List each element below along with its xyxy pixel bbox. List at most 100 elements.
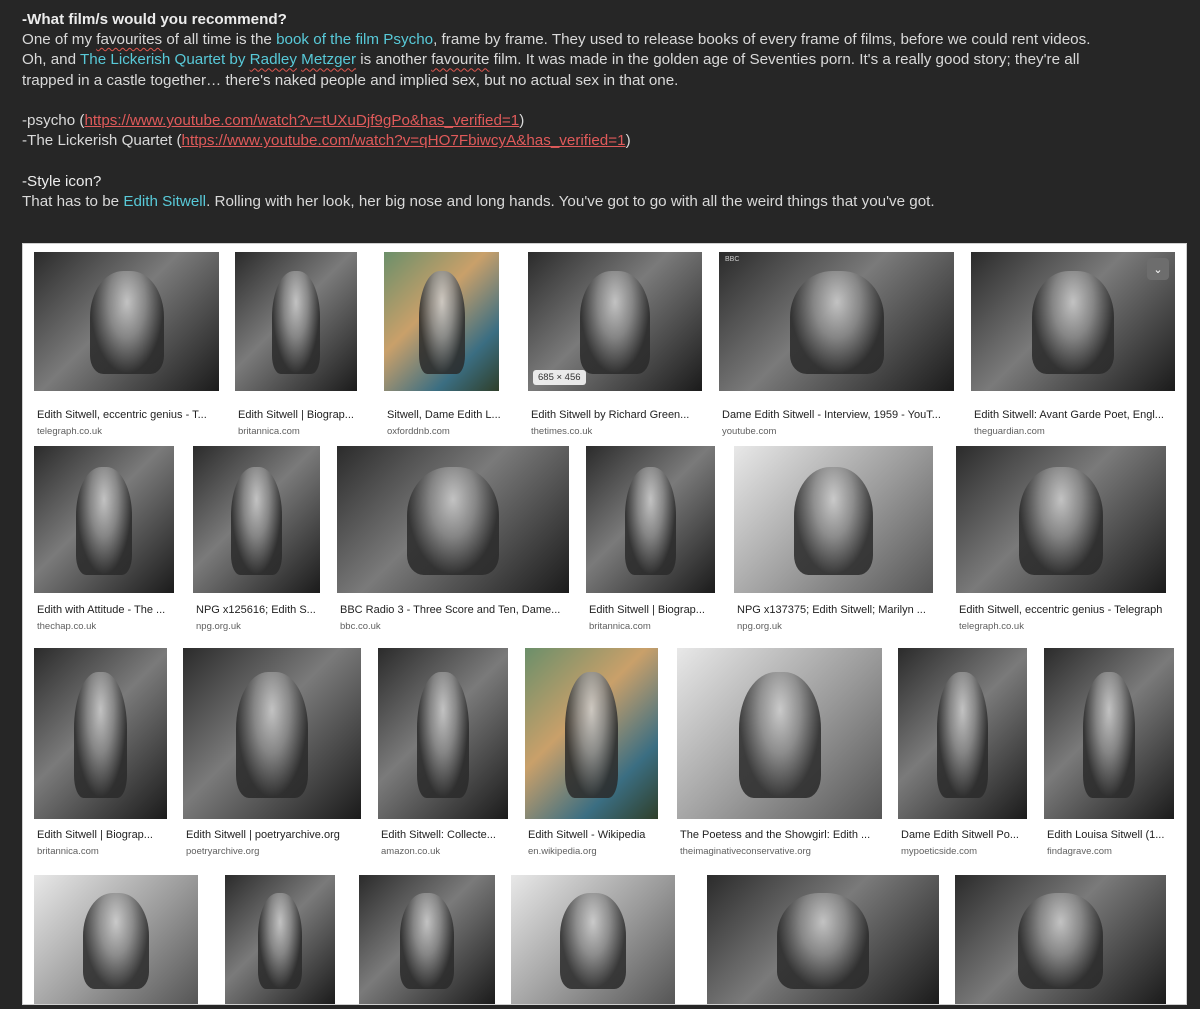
image-thumbnail[interactable]	[898, 648, 1027, 819]
image-result-card[interactable]	[707, 875, 939, 1004]
result-site: bbc.co.uk	[340, 621, 381, 632]
image-result-card[interactable]: 685 × 456 Edith Sitwell by Richard Green.…	[528, 252, 702, 437]
image-thumbnail[interactable]	[707, 875, 939, 1004]
result-title[interactable]: NPG x137375; Edith Sitwell; Marilyn ...	[737, 604, 946, 616]
image-thumbnail[interactable]	[956, 446, 1166, 593]
image-thumbnail[interactable]: 685 × 456	[528, 252, 702, 391]
image-result-card[interactable]	[359, 875, 495, 1004]
result-site: poetryarchive.org	[186, 846, 260, 857]
result-title[interactable]: BBC Radio 3 - Three Score and Ten, Dame.…	[340, 604, 582, 616]
image-thumbnail[interactable]	[955, 875, 1166, 1004]
result-site: thetimes.co.uk	[531, 426, 593, 437]
portrait-figure	[624, 466, 677, 576]
image-result-card[interactable]: BBC Dame Edith Sitwell - Interview, 1959 …	[719, 252, 954, 437]
image-thumbnail[interactable]	[337, 446, 569, 593]
image-thumbnail[interactable]	[235, 252, 357, 391]
image-thumbnail[interactable]	[34, 875, 198, 1004]
paragraph-lickerish: Oh, and The Lickerish Quartet by Radley …	[22, 51, 1080, 69]
result-title[interactable]: The Poetess and the Showgirl: Edith ...	[680, 829, 895, 841]
portrait-figure	[738, 671, 821, 799]
image-thumbnail[interactable]	[525, 648, 658, 819]
image-result-card[interactable]: BBC Radio 3 - Three Score and Ten, Dame.…	[337, 446, 569, 638]
image-result-card[interactable]: NPG x137375; Edith Sitwell; Marilyn ... n…	[734, 446, 933, 638]
result-title[interactable]: NPG x125616; Edith S...	[196, 604, 333, 616]
image-result-card[interactable]: Edith Sitwell | Biograp... britannica.com	[34, 648, 167, 864]
result-title[interactable]: Sitwell, Dame Edith L...	[387, 409, 512, 421]
image-result-card[interactable]: Edith with Attitude - The ... thechap.co.…	[34, 446, 174, 638]
image-result-card[interactable]: Edith Sitwell | poetryarchive.org poetrya…	[183, 648, 361, 864]
image-result-card[interactable]: Edith Louisa Sitwell (1... findagrave.com	[1044, 648, 1174, 864]
link-lickerish-quartet[interactable]: The Lickerish Quartet by Radley Metzger	[80, 51, 356, 68]
image-thumbnail[interactable]	[193, 446, 320, 593]
image-thumbnail[interactable]	[225, 875, 335, 1004]
result-site: britannica.com	[37, 846, 99, 857]
image-thumbnail[interactable]	[359, 875, 495, 1004]
image-thumbnail[interactable]	[677, 648, 882, 819]
image-thumbnail[interactable]	[1044, 648, 1174, 819]
portrait-figure	[271, 271, 321, 375]
result-title[interactable]: Edith Sitwell - Wikipedia	[528, 829, 671, 841]
psycho-youtube-url[interactable]: https://www.youtube.com/watch?v=tUXuDjf9…	[84, 112, 519, 129]
image-thumbnail[interactable]: BBC	[719, 252, 954, 391]
image-result-card[interactable]: Sitwell, Dame Edith L... oxforddnb.com	[384, 252, 501, 437]
paragraph-castle: trapped in a castle together… there's na…	[22, 71, 679, 89]
portrait-figure	[789, 271, 884, 375]
image-thumbnail[interactable]	[586, 446, 715, 593]
result-title[interactable]: Edith Sitwell by Richard Green...	[531, 409, 715, 421]
image-result-card[interactable]: ⌄ Edith Sitwell: Avant Garde Poet, Engl..…	[971, 252, 1175, 437]
image-thumbnail[interactable]	[34, 446, 174, 593]
image-thumbnail[interactable]	[183, 648, 361, 819]
image-result-card[interactable]: Edith Sitwell: Collecte... amazon.co.uk	[378, 648, 508, 864]
link-psycho-book[interactable]: book of the film Psycho	[276, 31, 433, 48]
result-title[interactable]: Edith Sitwell: Collecte...	[381, 829, 521, 841]
result-site: findagrave.com	[1047, 846, 1112, 857]
portrait-figure	[1083, 671, 1135, 799]
result-title[interactable]: Dame Edith Sitwell - Interview, 1959 - Y…	[722, 409, 967, 421]
result-title[interactable]: Edith Sitwell, eccentric genius - T...	[37, 409, 232, 421]
result-title[interactable]: Edith Sitwell: Avant Garde Poet, Engl...	[974, 409, 1186, 421]
image-thumbnail[interactable]	[511, 875, 675, 1004]
image-result-card[interactable]: Edith Sitwell | Biograp... britannica.com	[235, 252, 357, 437]
result-title[interactable]: Edith Sitwell, eccentric genius - Telegr…	[959, 604, 1179, 616]
lickerish-youtube-url[interactable]: https://www.youtube.com/watch?v=qHO7Fbiw…	[182, 132, 626, 149]
result-title[interactable]: Edith Sitwell | Biograp...	[238, 409, 370, 421]
image-result-card[interactable]: The Poetess and the Showgirl: Edith ... t…	[677, 648, 882, 864]
image-result-card[interactable]	[955, 875, 1166, 1004]
result-site: telegraph.co.uk	[37, 426, 102, 437]
notes-text: -What film/s would you recommend? One of…	[22, 10, 1192, 212]
image-result-card[interactable]: Edith Sitwell | Biograp... britannica.com	[586, 446, 715, 638]
image-size-badge: 685 × 456	[533, 370, 586, 385]
result-site: amazon.co.uk	[381, 846, 441, 857]
image-result-card[interactable]: NPG x125616; Edith S... npg.org.uk	[193, 446, 320, 638]
link-edith-sitwell[interactable]: Edith Sitwell	[123, 193, 206, 210]
image-thumbnail[interactable]	[34, 252, 219, 391]
result-site: theguardian.com	[974, 426, 1045, 437]
image-thumbnail[interactable]: ⌄	[971, 252, 1175, 391]
image-result-card[interactable]: Dame Edith Sitwell Po... mypoeticside.com	[898, 648, 1027, 864]
portrait-figure	[564, 671, 619, 799]
result-title[interactable]: Edith Sitwell | poetryarchive.org	[186, 829, 374, 841]
image-thumbnail[interactable]	[378, 648, 508, 819]
result-site: theimaginativeconservative.org	[680, 846, 811, 857]
image-thumbnail[interactable]	[34, 648, 167, 819]
result-title[interactable]: Edith Sitwell | Biograp...	[37, 829, 180, 841]
result-title[interactable]: Edith Sitwell | Biograp...	[589, 604, 728, 616]
image-thumbnail[interactable]	[384, 252, 499, 391]
image-thumbnail[interactable]	[734, 446, 933, 593]
result-title[interactable]: Edith with Attitude - The ...	[37, 604, 187, 616]
portrait-figure	[231, 466, 282, 576]
image-result-card[interactable]	[225, 875, 335, 1004]
image-result-card[interactable]: Edith Sitwell, eccentric genius - Telegr…	[956, 446, 1166, 638]
image-result-card[interactable]: Edith Sitwell - Wikipedia en.wikipedia.or…	[525, 648, 658, 864]
chevron-down-icon[interactable]: ⌄	[1147, 258, 1169, 280]
result-title[interactable]: Edith Louisa Sitwell (1...	[1047, 829, 1186, 841]
portrait-figure	[1018, 893, 1103, 989]
image-result-card[interactable]	[511, 875, 675, 1004]
image-result-card[interactable]	[34, 875, 198, 1004]
portrait-figure	[418, 271, 465, 375]
portrait-figure	[936, 671, 989, 799]
image-result-card[interactable]: Edith Sitwell, eccentric genius - T... te…	[34, 252, 219, 437]
portrait-figure	[89, 271, 164, 375]
spellcheck-word: favourites	[96, 31, 163, 49]
result-title[interactable]: Dame Edith Sitwell Po...	[901, 829, 1040, 841]
